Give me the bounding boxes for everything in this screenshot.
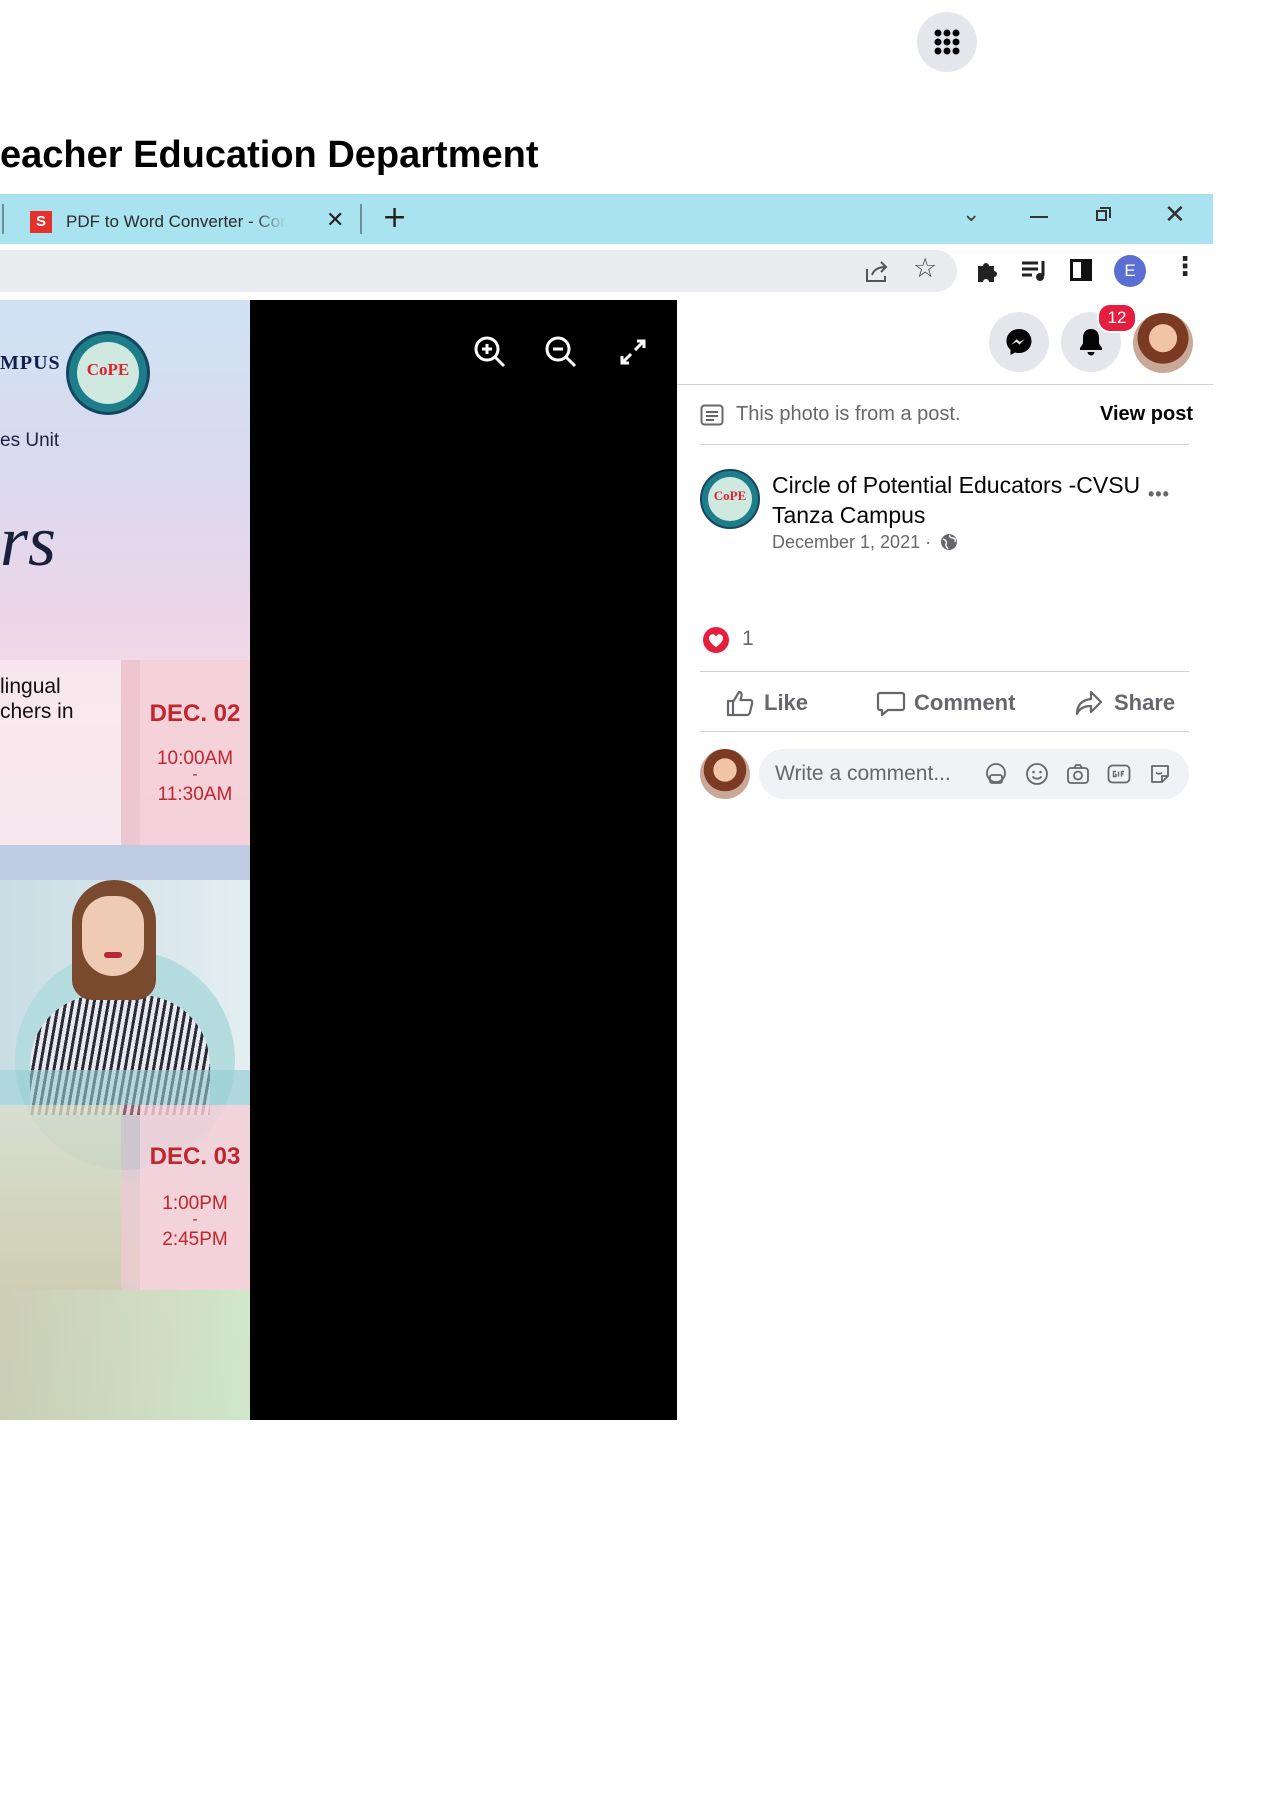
- side-panel-icon[interactable]: [1070, 259, 1092, 281]
- messenger-icon: [1006, 329, 1032, 355]
- cope-logo-text: CoPE: [86, 360, 130, 379]
- messenger-button[interactable]: [989, 312, 1049, 372]
- session2-panel: [0, 1105, 121, 1290]
- comment-label: Comment: [914, 690, 1016, 715]
- zoom-out-icon[interactable]: [541, 332, 581, 372]
- post-more-options-icon[interactable]: •••: [1148, 484, 1170, 505]
- header-divider: [677, 384, 1213, 385]
- photo-source-note: This photo is from a post.: [736, 403, 961, 425]
- session2-date-box: DEC. 03 1:00PM - 2:45PM: [121, 1105, 250, 1290]
- post-date-text: December 1, 2021 ·: [772, 532, 932, 552]
- emoji-icon[interactable]: [1025, 762, 1049, 786]
- like-thumb-icon: [726, 690, 754, 717]
- comment-input[interactable]: Write a comment...: [759, 749, 1189, 799]
- share-arrow-icon: [1075, 690, 1103, 716]
- share-page-icon[interactable]: [864, 260, 890, 284]
- share-button[interactable]: Share: [1068, 682, 1198, 726]
- session1-text-line2: chers in: [0, 700, 74, 723]
- page-avatar-text: CoPE: [713, 488, 747, 503]
- gif-icon[interactable]: [1107, 762, 1131, 786]
- zoom-in-icon[interactable]: [470, 332, 510, 372]
- view-post-link[interactable]: View post: [1100, 403, 1193, 426]
- profile-avatar[interactable]: E: [1114, 255, 1146, 287]
- browser-tab[interactable]: S PDF to Word Converter - Convert ✕: [8, 198, 354, 244]
- poster-image: MPUS CoPE es Unit rs lingual chers in DE…: [0, 300, 250, 1420]
- tab-close-icon[interactable]: ✕: [326, 208, 344, 233]
- notification-count-badge: 12: [1097, 303, 1137, 333]
- photo-viewer: [250, 300, 677, 1420]
- reaction-count[interactable]: 1: [742, 627, 754, 651]
- actions-divider: [700, 731, 1189, 732]
- minimize-icon[interactable]: [1030, 216, 1048, 218]
- commenter-avatar: [700, 749, 750, 799]
- note-divider: [700, 444, 1189, 445]
- like-label: Like: [764, 690, 809, 715]
- poster-unit-text: es Unit: [0, 430, 60, 451]
- tab-separator: [2, 204, 4, 234]
- comment-placeholder: Write a comment...: [775, 762, 951, 785]
- restore-icon[interactable]: [1096, 207, 1111, 221]
- session1-date-box: DEC. 02 10:00AM - 11:30AM: [121, 660, 250, 845]
- browser-toolbar: ☆ E ⋮: [0, 244, 1213, 298]
- session2-end-time: 2:45PM: [162, 1229, 228, 1250]
- page-avatar[interactable]: CoPE: [700, 469, 760, 529]
- speaker-photo: [0, 880, 250, 1170]
- session1-date: DEC. 02: [149, 700, 241, 727]
- love-reaction-icon[interactable]: [702, 626, 730, 654]
- page-name-link[interactable]: Circle of Potential Educators -CVSU Tanz…: [772, 470, 1142, 530]
- reactions-divider: [700, 671, 1189, 672]
- poster-footer-band: [0, 1290, 250, 1420]
- document-heading: eacher Education Department: [0, 134, 539, 176]
- session1-panel: lingual chers in: [0, 660, 121, 845]
- globe-icon: [941, 534, 958, 550]
- account-avatar[interactable]: [1133, 313, 1193, 373]
- close-window-icon[interactable]: ✕: [1164, 200, 1186, 230]
- menu-button[interactable]: [917, 12, 977, 72]
- tab-separator: [360, 204, 362, 234]
- new-tab-icon[interactable]: +: [382, 200, 407, 235]
- poster-band: [0, 1070, 250, 1105]
- post-note-icon: [700, 404, 724, 426]
- session2-dash: -: [192, 1211, 198, 1228]
- menu-grid-icon: [934, 29, 960, 55]
- poster-campus-text: MPUS: [0, 352, 61, 374]
- bookmark-star-icon[interactable]: ☆: [913, 253, 937, 284]
- poster-script-text: rs: [0, 501, 57, 581]
- camera-icon[interactable]: [1066, 762, 1090, 786]
- share-label: Share: [1114, 690, 1176, 715]
- browser-menu-icon[interactable]: ⋮: [1172, 252, 1198, 282]
- comment-button[interactable]: Comment: [868, 682, 1038, 726]
- media-queue-icon[interactable]: [1020, 258, 1048, 284]
- session1-end-time: 11:30AM: [157, 784, 233, 805]
- avatar-sticker-icon[interactable]: [984, 762, 1008, 786]
- address-bar[interactable]: ☆: [0, 250, 957, 292]
- like-button[interactable]: Like: [718, 682, 828, 726]
- session2-date: DEC. 03: [149, 1143, 241, 1170]
- poster-band: [0, 845, 250, 880]
- browser-tab-bar: S PDF to Word Converter - Convert ✕ + ⌄ …: [0, 194, 1213, 244]
- fullscreen-icon[interactable]: [613, 332, 653, 372]
- sticker-icon[interactable]: [1148, 762, 1172, 786]
- tab-favicon-icon: S: [30, 211, 52, 233]
- bell-icon: [1080, 329, 1102, 356]
- post-date: December 1, 2021 ·: [772, 532, 958, 553]
- session1-dash: -: [192, 766, 198, 783]
- tab-search-chevron-icon[interactable]: ⌄: [962, 202, 980, 227]
- cope-logo: CoPE: [66, 331, 150, 415]
- session1-text-line1: lingual: [0, 675, 61, 698]
- comment-bubble-icon: [876, 691, 906, 717]
- extensions-puzzle-icon[interactable]: [974, 258, 1000, 284]
- tab-title: PDF to Word Converter - Convert: [66, 212, 286, 231]
